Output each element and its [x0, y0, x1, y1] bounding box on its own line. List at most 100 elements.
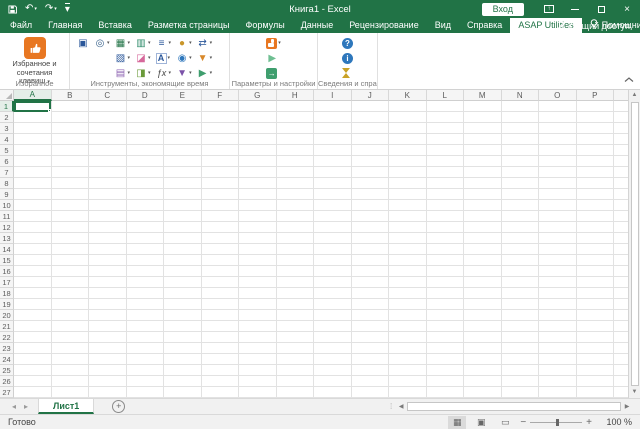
cell[interactable] — [164, 101, 202, 112]
cell[interactable] — [89, 343, 127, 354]
row-header-18[interactable]: 18 — [0, 288, 14, 299]
text-format-tools-button[interactable]: A ▾ — [155, 51, 173, 65]
cell[interactable] — [51, 189, 89, 200]
cell[interactable] — [314, 321, 352, 332]
cell[interactable] — [614, 211, 628, 222]
cell[interactable] — [351, 277, 389, 288]
cell[interactable] — [464, 167, 502, 178]
cell[interactable] — [239, 310, 277, 321]
cell[interactable] — [239, 167, 277, 178]
cell[interactable] — [201, 354, 239, 365]
cell[interactable] — [614, 123, 628, 134]
cell[interactable] — [426, 310, 464, 321]
cell[interactable] — [389, 277, 427, 288]
cell[interactable] — [239, 200, 277, 211]
cell[interactable] — [14, 112, 52, 123]
cell[interactable] — [51, 123, 89, 134]
zoom-slider-thumb[interactable] — [556, 418, 560, 426]
cell[interactable] — [351, 156, 389, 167]
cell[interactable] — [426, 222, 464, 233]
cell[interactable] — [201, 277, 239, 288]
cell[interactable] — [14, 376, 52, 387]
cell[interactable] — [314, 244, 352, 255]
cell[interactable] — [126, 310, 164, 321]
cell[interactable] — [426, 299, 464, 310]
cell[interactable] — [389, 222, 427, 233]
cell[interactable] — [464, 244, 502, 255]
cell[interactable] — [351, 255, 389, 266]
cell[interactable] — [614, 343, 628, 354]
cell[interactable] — [426, 288, 464, 299]
cell[interactable] — [539, 255, 577, 266]
cell[interactable] — [164, 387, 202, 398]
cell[interactable] — [464, 266, 502, 277]
undo-dropdown-icon[interactable]: ▾ — [34, 4, 37, 14]
previous-sheet-icon[interactable]: ◂ — [12, 402, 16, 411]
cell[interactable] — [314, 266, 352, 277]
cell[interactable] — [164, 299, 202, 310]
cell[interactable] — [314, 376, 352, 387]
cell[interactable] — [614, 310, 628, 321]
cell[interactable] — [164, 134, 202, 145]
cell[interactable] — [89, 365, 127, 376]
cell[interactable] — [426, 266, 464, 277]
scroll-down-icon[interactable]: ▼ — [632, 387, 638, 398]
column-header-N[interactable]: N — [501, 90, 539, 101]
cell[interactable] — [201, 343, 239, 354]
cell[interactable] — [464, 321, 502, 332]
cell[interactable] — [539, 332, 577, 343]
cell[interactable] — [276, 244, 314, 255]
cell[interactable] — [464, 123, 502, 134]
zoom-level[interactable]: 100 % — [598, 417, 632, 427]
formula-tools-button[interactable]: ƒx ▾ — [155, 66, 173, 80]
column-header-H[interactable]: H — [276, 90, 314, 101]
cell[interactable] — [314, 255, 352, 266]
column-header-D[interactable]: D — [126, 90, 164, 101]
cell[interactable] — [14, 134, 52, 145]
cell[interactable] — [314, 189, 352, 200]
cell[interactable] — [351, 387, 389, 398]
cell[interactable] — [126, 101, 164, 112]
cell[interactable] — [351, 123, 389, 134]
cell[interactable] — [539, 222, 577, 233]
cell[interactable] — [426, 167, 464, 178]
cell[interactable] — [51, 156, 89, 167]
cell[interactable] — [89, 387, 127, 398]
cell[interactable] — [614, 288, 628, 299]
cell[interactable] — [614, 189, 628, 200]
cell[interactable] — [576, 332, 614, 343]
cell[interactable] — [314, 332, 352, 343]
cell[interactable] — [426, 101, 464, 112]
cell[interactable] — [14, 365, 52, 376]
cell[interactable] — [126, 211, 164, 222]
cell[interactable] — [426, 123, 464, 134]
cell[interactable] — [426, 354, 464, 365]
cell[interactable] — [539, 387, 577, 398]
cell[interactable] — [89, 101, 127, 112]
cell[interactable] — [389, 200, 427, 211]
cell[interactable] — [389, 288, 427, 299]
cell[interactable] — [389, 321, 427, 332]
cell[interactable] — [539, 244, 577, 255]
cell[interactable] — [51, 101, 89, 112]
cell[interactable] — [351, 222, 389, 233]
cell[interactable] — [276, 387, 314, 398]
cell[interactable] — [576, 101, 614, 112]
cell[interactable] — [464, 343, 502, 354]
help-button[interactable]: ? — [341, 36, 354, 50]
cell[interactable] — [51, 343, 89, 354]
row-header-6[interactable]: 6 — [0, 156, 14, 167]
cell[interactable] — [51, 233, 89, 244]
row-header-17[interactable]: 17 — [0, 277, 14, 288]
cell[interactable] — [164, 332, 202, 343]
minimize-button[interactable] — [562, 0, 588, 18]
cell[interactable] — [201, 255, 239, 266]
vertical-scroll-thumb[interactable] — [630, 102, 639, 386]
zoom-slider[interactable] — [530, 418, 583, 426]
cell[interactable] — [464, 387, 502, 398]
column-header-P[interactable]: P — [576, 90, 614, 101]
cell[interactable] — [51, 332, 89, 343]
cell[interactable] — [314, 233, 352, 244]
cell[interactable] — [351, 101, 389, 112]
cell[interactable] — [576, 255, 614, 266]
